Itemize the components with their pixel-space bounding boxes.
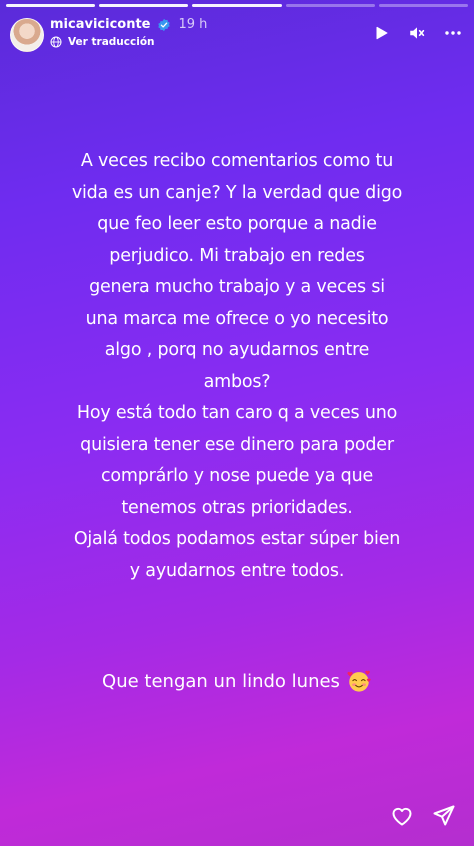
progress-segment bbox=[6, 4, 96, 7]
post-time: 19 h bbox=[178, 17, 208, 32]
translate-label: Ver traducción bbox=[68, 36, 155, 48]
more-options-icon bbox=[445, 31, 461, 35]
progress-segment bbox=[192, 4, 282, 7]
mute-button[interactable] bbox=[408, 24, 426, 42]
closing-text: Que tengan un lindo lunes bbox=[102, 670, 340, 692]
verified-badge-icon bbox=[157, 18, 170, 31]
story-viewer[interactable]: micaviciconte 19 h Ver traducción A vece… bbox=[0, 0, 474, 846]
send-icon bbox=[433, 805, 455, 826]
more-options-button[interactable] bbox=[444, 24, 462, 42]
story-text: A veces recibo comentarios como tu vida … bbox=[71, 151, 403, 581]
story-actions bbox=[390, 804, 456, 832]
story-controls bbox=[372, 24, 462, 42]
play-icon bbox=[376, 26, 388, 40]
smiling-face-with-hearts-icon bbox=[347, 670, 371, 692]
story-header: micaviciconte 19 h Ver traducción bbox=[10, 14, 462, 54]
progress-segment bbox=[285, 4, 375, 7]
play-button[interactable] bbox=[372, 24, 390, 42]
username[interactable]: micaviciconte bbox=[50, 17, 151, 32]
progress-segment bbox=[99, 4, 189, 7]
mute-icon bbox=[410, 27, 425, 39]
heart-icon bbox=[392, 807, 412, 826]
user-row: micaviciconte 19 h bbox=[50, 17, 207, 32]
progress-segment bbox=[378, 4, 469, 7]
like-button[interactable] bbox=[390, 804, 414, 832]
story-progress-bar bbox=[6, 4, 469, 7]
avatar[interactable] bbox=[10, 18, 44, 52]
closing-line: Que tengan un lindo lunes bbox=[0, 668, 474, 694]
share-button[interactable] bbox=[432, 804, 456, 832]
globe-icon bbox=[50, 36, 62, 48]
translate-link[interactable]: Ver traducción bbox=[50, 36, 155, 48]
